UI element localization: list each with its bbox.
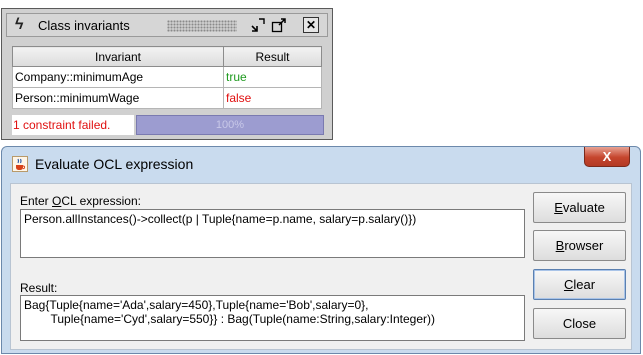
button-label: lear — [573, 277, 596, 292]
label-suffix: CL expression: — [61, 194, 141, 208]
window-title: Class invariants — [38, 18, 130, 33]
evaluate-ocl-dialog: Evaluate OCL expression X Enter OCL expr… — [1, 146, 641, 354]
evaluate-button[interactable]: Evaluate — [533, 192, 626, 223]
close-icon[interactable]: ✕ — [303, 17, 319, 33]
expression-input[interactable]: Person.allInstances()->collect(p | Tuple… — [20, 209, 525, 258]
invariants-table: Invariant Result Company::minimumAge tru… — [12, 46, 322, 109]
status-message: 1 constraint failed. — [12, 115, 134, 135]
column-header-result[interactable]: Result — [223, 46, 322, 67]
result-output[interactable]: Bag{Tuple{name='Ada',salary=450},Tuple{n… — [20, 295, 525, 341]
invariant-result: false — [223, 87, 322, 109]
table-row[interactable]: Company::minimumAge true — [12, 66, 322, 88]
mnemonic-c: C — [563, 277, 574, 292]
result-label: Result: — [20, 281, 58, 295]
dialog-content: Enter OCL expression: Person.allInstance… — [10, 183, 632, 350]
titlebar-grip — [167, 20, 237, 32]
button-label: valuate — [562, 200, 605, 215]
maximize-icon[interactable] — [271, 17, 287, 33]
dialog-titlebar[interactable]: Evaluate OCL expression X — [2, 147, 640, 181]
class-invariants-titlebar[interactable]: ϟ Class invariants ✕ — [6, 13, 328, 37]
invariant-name: Person::minimumWage — [12, 87, 224, 109]
expression-label: Enter OCL expression: — [20, 194, 141, 208]
java-cup-icon — [12, 156, 28, 172]
result-line-2: Tuple{name='Cyd',salary=550}} : Bag(Tupl… — [24, 312, 436, 326]
column-header-invariant[interactable]: Invariant — [12, 46, 224, 67]
mnemonic-o: O — [52, 194, 62, 208]
button-label: rowser — [564, 238, 604, 253]
label-prefix: Enter — [20, 194, 53, 208]
lightning-bolt-icon: ϟ — [15, 16, 24, 33]
mnemonic-e: E — [554, 200, 563, 215]
result-line-1: Bag{Tuple{name='Ada',salary=450},Tuple{n… — [24, 298, 369, 312]
dialog-title: Evaluate OCL expression — [35, 156, 194, 172]
close-icon[interactable]: X — [584, 147, 630, 167]
minimize-icon[interactable] — [250, 17, 266, 33]
close-button[interactable]: Close — [533, 308, 626, 339]
class-invariants-window: ϟ Class invariants ✕ Invariant Result Co… — [1, 8, 333, 140]
browser-button[interactable]: Browser — [533, 230, 626, 261]
invariant-result: true — [223, 66, 322, 88]
table-row[interactable]: Person::minimumWage false — [12, 87, 322, 109]
progress-bar: 100% — [136, 115, 324, 135]
clear-button[interactable]: Clear — [533, 269, 626, 300]
status-area: 1 constraint failed. 100% — [12, 115, 324, 135]
invariant-name: Company::minimumAge — [12, 66, 224, 88]
table-header-row: Invariant Result — [12, 46, 322, 67]
